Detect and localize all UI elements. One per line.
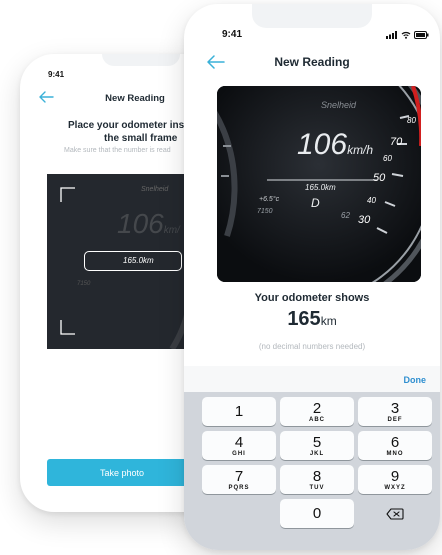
back-arrow-icon[interactable] bbox=[206, 55, 225, 69]
odometer-target-box: 165.0km bbox=[84, 251, 182, 271]
numeric-keypad: 1 2 ABC 3 DEF 4 GHI 5 JKL 6 MNO 7 PQRS 8 TUV 9W… bbox=[184, 392, 440, 550]
battery-icon bbox=[414, 31, 429, 39]
result-label: Your odometer shows bbox=[254, 292, 370, 304]
dash-trip: 7150 bbox=[257, 208, 273, 215]
dash-brand: Snelheid bbox=[321, 100, 357, 110]
gauge-number: 30 bbox=[358, 214, 371, 226]
backspace-icon bbox=[386, 507, 404, 520]
dash-temp: +6.5°c bbox=[259, 196, 280, 203]
status-icons bbox=[386, 31, 429, 39]
key-0[interactable]: 0 bbox=[280, 499, 354, 528]
notch bbox=[102, 54, 180, 66]
result-reading: 165km bbox=[184, 308, 440, 331]
key-8[interactable]: 8 TUV bbox=[280, 465, 354, 494]
gauge-number: 80 bbox=[407, 116, 416, 125]
odometer-photo: Snelheid 106km/h 165.0km +6.5°c D 7150 6… bbox=[217, 86, 421, 282]
instruction-hint: Make sure that the number is read bbox=[64, 147, 171, 154]
key-1[interactable]: 1 bbox=[202, 397, 276, 426]
key-7[interactable]: 7 PQRS bbox=[202, 465, 276, 494]
signal-icon bbox=[386, 31, 397, 39]
key-6[interactable]: 6 MNO bbox=[358, 431, 432, 460]
camera-viewfinder: Snelheid 106km/ 7150 165.0km bbox=[47, 174, 197, 349]
key-2[interactable]: 2 ABC bbox=[280, 397, 354, 426]
front-phone: 9:41 New Reading Snelheid 106km/h 165.0k… bbox=[184, 4, 440, 550]
backspace-key[interactable] bbox=[358, 499, 432, 528]
screen-title: New Reading bbox=[274, 55, 350, 69]
dash-gear: D bbox=[311, 196, 320, 210]
gauge-number: 40 bbox=[367, 196, 376, 205]
take-photo-button[interactable]: Take photo bbox=[47, 459, 197, 486]
dash-misc: 62 bbox=[341, 211, 350, 220]
status-time: 9:41 bbox=[48, 70, 65, 79]
instruction-line-1: Place your odometer insi bbox=[68, 120, 187, 131]
screen-title: New Reading bbox=[105, 93, 165, 104]
done-button[interactable]: Done bbox=[404, 375, 427, 385]
gauge-number: 60 bbox=[383, 154, 392, 163]
dash-odo: 165.0km bbox=[123, 256, 154, 265]
instruction-line-2: the small frame bbox=[104, 133, 178, 144]
key-3[interactable]: 3 DEF bbox=[358, 397, 432, 426]
back-arrow-icon[interactable] bbox=[38, 91, 54, 103]
status-time: 9:41 bbox=[222, 29, 243, 40]
key-4[interactable]: 4 GHI bbox=[202, 431, 276, 460]
decimal-note: (no decimal numbers needed) bbox=[258, 342, 366, 351]
gauge-number: 70 bbox=[390, 136, 403, 148]
dash-odo: 165.0km bbox=[305, 183, 336, 192]
result-unit: km bbox=[320, 314, 337, 328]
key-9[interactable]: 9 WXYZ bbox=[358, 465, 432, 494]
notch bbox=[252, 4, 372, 28]
gauge-number: 50 bbox=[373, 172, 386, 184]
wifi-icon bbox=[401, 31, 411, 39]
result-value: 165 bbox=[287, 308, 321, 330]
dash-speed: 106km/h bbox=[297, 128, 374, 161]
keyboard-toolbar: Done bbox=[184, 366, 440, 394]
key-5[interactable]: 5 JKL bbox=[280, 431, 354, 460]
